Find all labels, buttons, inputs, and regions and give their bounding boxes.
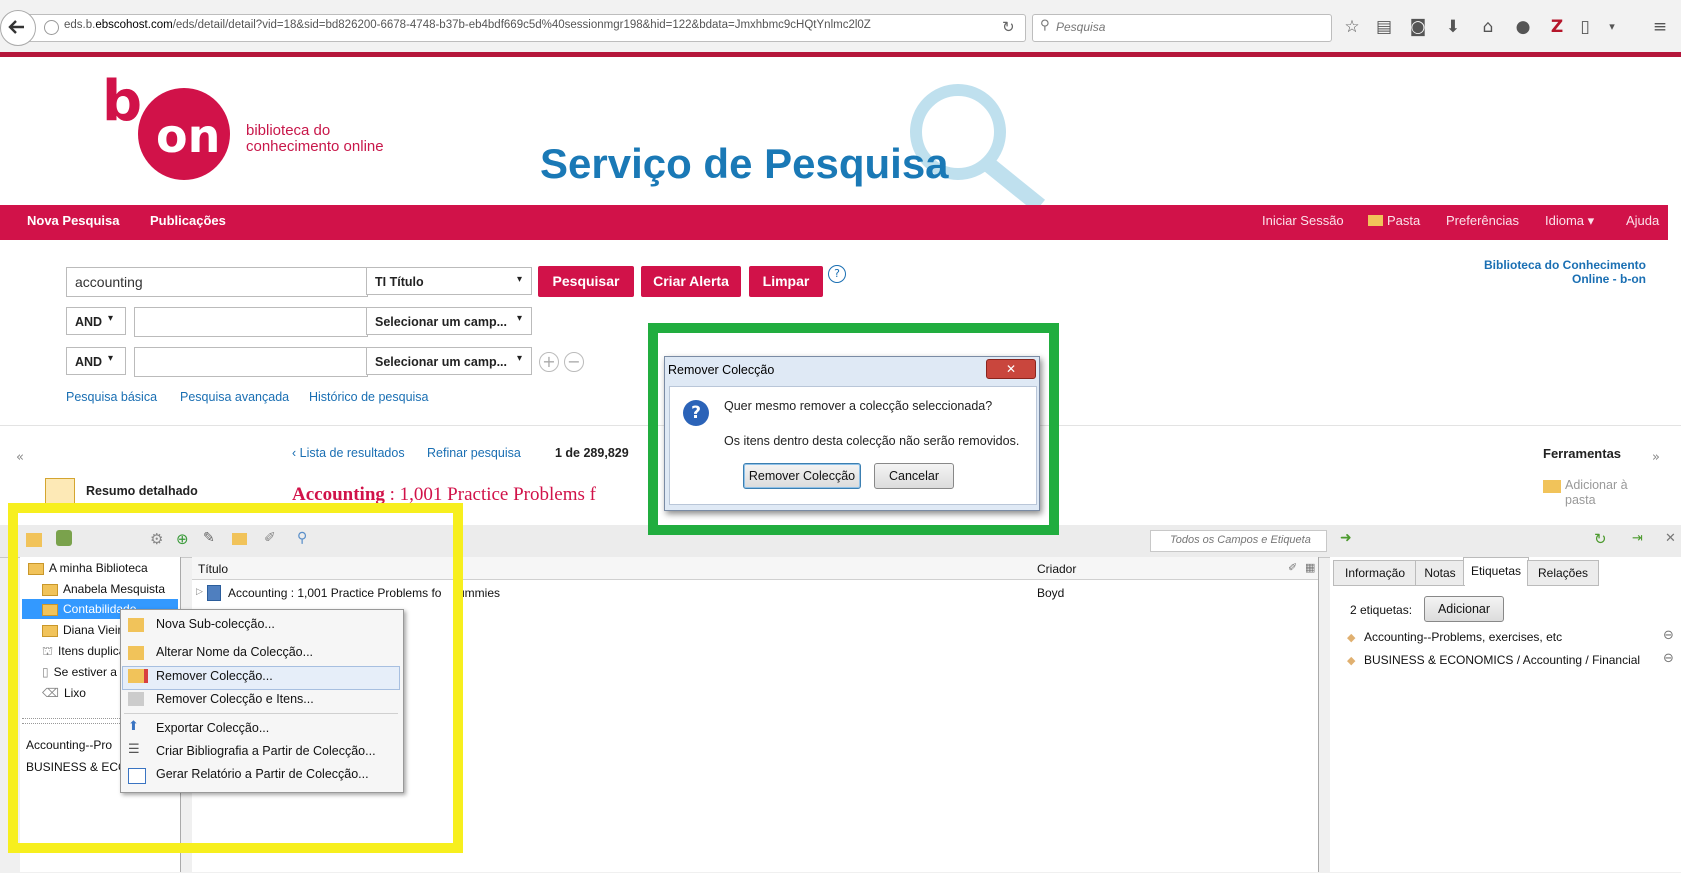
chevron-down-icon: ▾ — [517, 313, 523, 324]
tab-tags[interactable]: Etiquetas — [1463, 557, 1529, 585]
result-heading-rest: : 1,001 Practice Problems f — [384, 484, 596, 505]
back-to-results-text: Lista de resultados — [299, 446, 405, 460]
chevron-down-icon: ▾ — [108, 313, 114, 324]
tag-item[interactable]: BUSINESS & ECONOMICS / Accounting / Fina… — [1364, 653, 1640, 667]
link-basic-search[interactable]: Pesquisa básica — [66, 390, 157, 404]
home-icon[interactable]: ⌂ — [1478, 17, 1498, 37]
attachment-column-icon[interactable]: ✐ — [1288, 561, 1297, 574]
tagline-line-2: conhecimento online — [246, 138, 384, 155]
site-info-icon[interactable] — [44, 20, 59, 35]
remove-row-icon[interactable]: − — [564, 352, 584, 372]
tab-related[interactable]: Relações — [1527, 560, 1599, 586]
bookmark-star-icon[interactable]: ☆ — [1342, 17, 1362, 37]
add-row-icon[interactable]: + — [539, 352, 559, 372]
add-tag-button[interactable]: Adicionar — [1424, 596, 1504, 622]
tagline-line-1: biblioteca do — [246, 122, 331, 139]
menu-icon[interactable]: ≡ — [1650, 17, 1670, 37]
bool-select-2[interactable]: AND — [66, 307, 126, 335]
reading-list-icon[interactable]: ▤ — [1374, 17, 1394, 37]
clear-button[interactable]: Limpar — [749, 266, 823, 297]
fullscreen-icon[interactable]: ⇥ — [1632, 531, 1643, 546]
back-to-results-link[interactable]: ‹ Lista de resultados — [292, 446, 405, 460]
folder-icon — [1543, 480, 1561, 493]
library-name-line-1: Biblioteca do Conhecimento — [1483, 258, 1646, 272]
field-select-3[interactable]: Selecionar um camp... — [366, 347, 532, 375]
download-icon[interactable]: ⬇ — [1443, 17, 1463, 37]
tab-notes[interactable]: Notas — [1415, 560, 1465, 586]
locate-icon[interactable]: ➜ — [1340, 530, 1352, 546]
help-icon[interactable]: ? — [828, 265, 846, 283]
search-button[interactable]: Pesquisar — [538, 266, 634, 297]
detailed-record-icon — [45, 478, 75, 504]
browser-search-placeholder: Pesquisa — [1056, 20, 1106, 34]
header-top-stripe — [0, 52, 1681, 57]
nav-folder[interactable]: Pasta — [1387, 213, 1420, 228]
search-input-3[interactable] — [134, 347, 368, 377]
chevron-down-icon: ▾ — [517, 274, 523, 285]
remove-tag-icon[interactable]: ⊖ — [1663, 628, 1674, 643]
logo-tagline: biblioteca do conhecimento online — [246, 123, 384, 155]
library-name-line-2: Online - b-on — [1572, 272, 1646, 286]
back-button[interactable] — [0, 10, 36, 46]
highlight-frame-yellow — [8, 503, 463, 853]
search-input-2[interactable] — [134, 307, 368, 337]
nav-sign-in[interactable]: Iniciar Sessão — [1262, 213, 1344, 228]
b-on-logo[interactable]: on b — [100, 69, 232, 192]
svg-text:on: on — [156, 109, 220, 163]
detailed-record-label[interactable]: Resumo detalhado — [86, 484, 198, 498]
zotero-save-icon[interactable]: ▯ — [1575, 17, 1595, 37]
search-query-text: accounting — [75, 274, 143, 290]
zotero-icon[interactable]: Z — [1547, 17, 1567, 37]
nav-language[interactable]: Idioma ▾ — [1545, 213, 1594, 229]
item-creator: Boyd — [1037, 586, 1065, 600]
add-to-folder-line-2: pasta — [1565, 493, 1596, 507]
tools-heading: Ferramentas — [1543, 446, 1622, 461]
pager-text: 1 de 289,829 — [555, 446, 629, 460]
result-heading-start: Accounting — [292, 484, 385, 505]
add-to-folder-line-1: Adicionar à — [1565, 478, 1628, 492]
tab-info[interactable]: Informação — [1333, 560, 1417, 586]
chevron-down-icon: ▾ — [517, 353, 523, 364]
nav-help[interactable]: Ajuda — [1626, 213, 1659, 228]
remove-tag-icon[interactable]: ⊖ — [1663, 651, 1674, 666]
tags-count: 2 etiquetas: — [1350, 603, 1413, 617]
field-select-2[interactable]: Selecionar um camp... — [366, 307, 532, 335]
chat-icon[interactable]: ● — [1513, 17, 1533, 37]
chevron-down-icon: ▾ — [108, 353, 114, 364]
back-arrow-icon — [8, 20, 24, 34]
zotero-filter-placeholder: Todos os Campos e Etiqueta — [1170, 534, 1311, 546]
tag-icon: ◆ — [1347, 631, 1356, 644]
reload-icon[interactable]: ↻ — [1002, 18, 1015, 36]
highlight-frame-green — [648, 323, 1059, 535]
chevron-down-icon[interactable]: ▾ — [1602, 17, 1622, 37]
url-text: eds.b.ebscohost.com/eds/detail/detail?vi… — [64, 19, 871, 31]
nav-preferences[interactable]: Preferências — [1446, 213, 1519, 228]
close-icon[interactable]: ✕ — [1665, 531, 1676, 546]
folder-icon — [1368, 215, 1383, 226]
tag-item[interactable]: Accounting--Problems, exercises, etc — [1364, 630, 1562, 644]
bool-select-3[interactable]: AND — [66, 347, 126, 375]
search-icon: ⚲ — [1040, 18, 1050, 33]
column-creator[interactable]: Criador — [1037, 562, 1076, 576]
link-search-history[interactable]: Histórico de pesquisa — [309, 390, 429, 404]
add-to-folder-link[interactable]: Adicionar à pasta — [1565, 478, 1628, 508]
svg-text:b: b — [102, 70, 142, 134]
create-alert-button[interactable]: Criar Alerta — [641, 266, 741, 297]
tag-icon: ◆ — [1347, 654, 1356, 667]
item-title-tail: ummies — [458, 586, 501, 600]
nav-publications[interactable]: Publicações — [150, 213, 226, 228]
field-select-1[interactable]: TI Título — [366, 267, 532, 295]
library-name[interactable]: Biblioteca do Conhecimento Online - b-on — [1380, 258, 1646, 286]
sync-icon[interactable]: ↻ — [1594, 530, 1607, 548]
page-title: Serviço de Pesquisa — [540, 140, 949, 187]
link-advanced-search[interactable]: Pesquisa avançada — [180, 390, 289, 404]
collapse-right-icon[interactable]: » — [1652, 450, 1660, 465]
collapse-left-icon[interactable]: « — [16, 450, 24, 465]
nav-new-search[interactable]: Nova Pesquisa — [27, 213, 120, 228]
column-picker-icon[interactable]: ▦ — [1305, 561, 1315, 574]
refine-search-link[interactable]: Refinar pesquisa — [427, 446, 521, 460]
pocket-icon[interactable]: ◙ — [1408, 17, 1428, 37]
